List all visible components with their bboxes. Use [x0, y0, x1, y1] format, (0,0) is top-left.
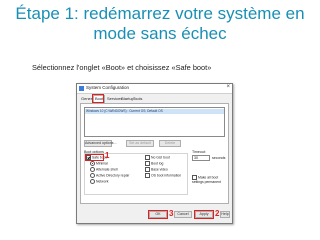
system-configuration-window: System Configuration × General Boot Serv… — [76, 83, 233, 224]
checkbox-icon — [145, 160, 150, 166]
title-bar: System Configuration × — [77, 84, 232, 94]
radio-icon — [90, 178, 95, 184]
checkbox-icon — [145, 166, 150, 172]
step-number-2: 2 — [215, 209, 220, 218]
minimal-radio[interactable]: Minimal — [90, 160, 108, 166]
tab-tools[interactable]: Tools — [132, 96, 143, 102]
tab-bar: General Boot Services Startup Tools — [80, 94, 230, 103]
checkbox-icon — [192, 174, 197, 180]
window-title: System Configuration — [86, 85, 130, 90]
checkbox-icon — [145, 154, 150, 160]
radio-icon — [90, 166, 95, 172]
radio-icon — [90, 172, 95, 178]
step-number-1: 1 — [105, 151, 110, 160]
cancel-button[interactable]: Cancel — [174, 211, 192, 218]
checkbox-icon — [145, 172, 150, 178]
set-as-default-button[interactable]: Set as default — [126, 140, 154, 147]
help-button[interactable]: Help — [220, 211, 230, 218]
base-video-checkbox[interactable]: Base video — [145, 166, 168, 172]
timeout-unit: seconds — [212, 156, 226, 160]
timeout-label: Timeout: — [192, 150, 206, 154]
delete-button[interactable]: Delete — [159, 140, 181, 147]
no-gui-boot-checkbox[interactable]: No GUI boot — [145, 154, 170, 160]
timeout-input[interactable]: 30 — [192, 155, 210, 161]
close-icon[interactable]: × — [226, 84, 230, 90]
make-permanent-checkbox[interactable]: Make all boot settings permanent — [192, 174, 226, 185]
step-number-3: 3 — [169, 209, 174, 218]
boot-log-checkbox[interactable]: Boot log — [145, 160, 163, 166]
alternate-shell-radio[interactable]: Alternate shell — [90, 166, 118, 172]
boot-panel: Windows 10 (C:\WINDOWS) : Current OS; De… — [80, 103, 229, 204]
os-list[interactable]: Windows 10 (C:\WINDOWS) : Current OS; De… — [84, 107, 225, 137]
app-icon — [79, 86, 84, 91]
ok-highlight — [148, 210, 168, 219]
ad-repair-radio[interactable]: Active Directory repair — [90, 172, 129, 178]
safe-boot-highlight — [85, 154, 104, 161]
advanced-options-button[interactable]: Advanced options... — [84, 140, 117, 147]
slide-title: Étape 1: redémarrez votre système en mod… — [15, 4, 305, 43]
slide-subtitle: Sélectionnez l'onglet «Boot» et choisiss… — [32, 63, 212, 72]
os-boot-information-checkbox[interactable]: OS boot information — [145, 172, 181, 178]
boot-tab-highlight — [92, 94, 104, 103]
apply-highlight — [194, 210, 214, 219]
network-radio[interactable]: Network — [90, 178, 108, 184]
radio-selected-icon — [90, 160, 95, 166]
os-list-item[interactable]: Windows 10 (C:\WINDOWS) : Current OS; De… — [85, 109, 224, 114]
